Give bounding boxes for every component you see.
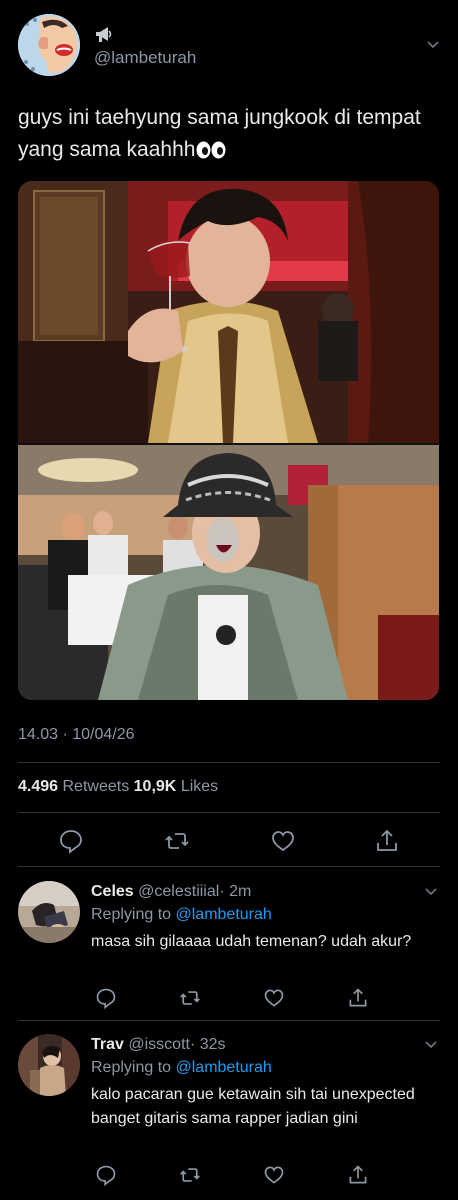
share-icon[interactable] xyxy=(374,828,400,854)
tweet-timestamp[interactable]: 14.03 · 10/04/26 xyxy=(18,726,135,744)
reply-text: kalo pacaran gue ketawain sih tai unexpe… xyxy=(91,1086,415,1127)
replying-label: Replying to xyxy=(91,1059,172,1076)
tweet-header: @lambeturah xyxy=(18,14,442,80)
reply-text: masa sih gilaaaa udah temenan? udah akur… xyxy=(91,933,412,950)
reply-item[interactable]: Celes @celestiiial· 2m Replying to @lamb… xyxy=(18,881,440,1011)
avatar[interactable] xyxy=(18,1034,80,1096)
reply-time: · 32s xyxy=(189,1036,226,1053)
likes-label[interactable]: Likes xyxy=(181,778,218,795)
avatar-photo xyxy=(18,1034,80,1096)
chevron-down-icon[interactable] xyxy=(424,1038,438,1052)
divider xyxy=(18,866,440,867)
reply-actions xyxy=(91,987,381,1013)
reply-author-handle[interactable]: @celestiiial xyxy=(138,883,219,900)
photo-restaurant-bucket-hat[interactable] xyxy=(18,445,439,700)
tweet-stats: 4.496 Retweets 10,9K Likes xyxy=(18,778,218,796)
reply-actions xyxy=(91,1164,381,1190)
divider xyxy=(18,762,440,763)
retweet-icon[interactable] xyxy=(164,828,190,854)
comment-icon[interactable] xyxy=(95,1164,117,1186)
tweet-media[interactable] xyxy=(18,181,439,700)
avatar[interactable] xyxy=(18,881,80,943)
tweet-actions xyxy=(18,828,440,862)
reply-author-handle[interactable]: @isscott xyxy=(128,1036,190,1053)
replying-label: Replying to xyxy=(91,906,172,923)
eyes-emoji-icon xyxy=(196,141,226,159)
retweets-count[interactable]: 4.496 xyxy=(18,778,58,795)
avatar-illustration xyxy=(18,14,80,76)
reply-item[interactable]: Trav @isscott· 32s Replying to @lambetur… xyxy=(18,1034,440,1194)
megaphone-icon xyxy=(96,27,112,42)
reply-body: Trav @isscott· 32s Replying to @lambetur… xyxy=(91,1034,441,1131)
divider xyxy=(18,812,440,813)
avatar-photo xyxy=(18,881,80,943)
heart-icon[interactable] xyxy=(270,828,296,854)
comment-icon[interactable] xyxy=(58,828,84,854)
tweet-text: guys ini taehyung sama jungkook di tempa… xyxy=(18,102,438,166)
chevron-down-icon[interactable] xyxy=(424,885,438,899)
comment-icon[interactable] xyxy=(95,987,117,1009)
reply-meta: Trav @isscott· 32s xyxy=(91,1034,441,1056)
divider xyxy=(18,1020,440,1021)
share-icon[interactable] xyxy=(347,987,369,1009)
replying-to-link[interactable]: @lambeturah xyxy=(176,906,272,923)
likes-count[interactable]: 10,9K xyxy=(134,778,177,795)
reply-time: · 2m xyxy=(219,883,252,900)
reply-author-name[interactable]: Celes xyxy=(91,883,134,900)
reply-meta: Celes @celestiiial· 2m xyxy=(91,881,441,903)
heart-icon[interactable] xyxy=(263,987,285,1009)
retweets-label[interactable]: Retweets xyxy=(63,778,130,795)
avatar[interactable] xyxy=(18,14,80,76)
replying-to: Replying to @lambeturah xyxy=(91,903,441,926)
share-icon[interactable] xyxy=(347,1164,369,1186)
retweet-icon[interactable] xyxy=(179,987,201,1009)
author-handle[interactable]: @lambeturah xyxy=(94,48,196,68)
reply-body: Celes @celestiiial· 2m Replying to @lamb… xyxy=(91,881,441,954)
photo-restaurant-wine[interactable] xyxy=(18,181,439,443)
reply-author-name[interactable]: Trav xyxy=(91,1036,124,1053)
chevron-down-icon[interactable] xyxy=(426,38,440,52)
retweet-icon[interactable] xyxy=(179,1164,201,1186)
heart-icon[interactable] xyxy=(263,1164,285,1186)
replying-to-link[interactable]: @lambeturah xyxy=(176,1059,272,1076)
replying-to: Replying to @lambeturah xyxy=(91,1056,441,1079)
